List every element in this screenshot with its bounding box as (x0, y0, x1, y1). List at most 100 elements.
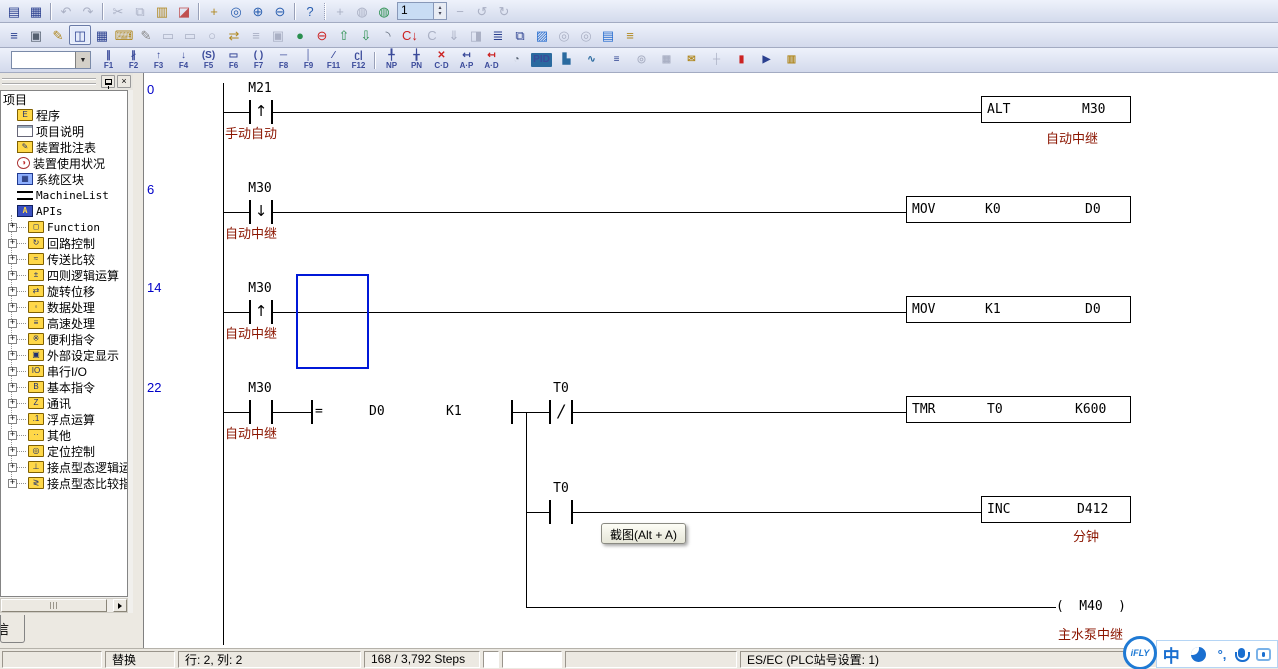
tree-child-item[interactable]: ▣外部设定显示 (1, 347, 127, 363)
output-coil-m40[interactable]: M40 (1056, 599, 1126, 617)
f1-contact-open-button[interactable]: ∥F1 (96, 48, 121, 72)
mail-button[interactable]: ✉ (679, 48, 704, 72)
timer-button[interactable]: ◔ (504, 48, 529, 72)
expand-plus-icon[interactable] (8, 287, 17, 296)
expand-plus-icon[interactable] (8, 303, 17, 312)
tree-child-item[interactable]: ⇄旋转位移 (1, 283, 127, 299)
tree-child-item[interactable]: Z通讯 (1, 395, 127, 411)
microphone-icon[interactable] (1238, 648, 1245, 658)
tree-child-item[interactable]: ◦数据处理 (1, 299, 127, 315)
pn-pulse-button[interactable]: ╁PN (404, 48, 429, 72)
tree-item[interactable]: E程序 (1, 107, 127, 123)
f7-output-button[interactable]: ( )F7 (246, 48, 271, 72)
expand-plus-icon[interactable] (8, 351, 17, 360)
expand-plus-icon[interactable] (8, 415, 17, 424)
docked-panel-tab[interactable]: 信 (0, 615, 25, 643)
sidebar-hscrollbar[interactable] (0, 598, 128, 613)
tree-child-item[interactable]: .1浮点运算 (1, 411, 127, 427)
tree-child-item[interactable]: □Function (1, 219, 127, 235)
stack-button[interactable]: ≡ (619, 25, 641, 45)
edit-mode-button[interactable]: ✎ (47, 25, 69, 45)
tree-child-item[interactable]: ◎定位控制 (1, 443, 127, 459)
help-button[interactable]: ? (299, 1, 321, 21)
instruction-table-button[interactable]: ▦ (91, 25, 113, 45)
upload-plc-button[interactable]: ⇧ (333, 25, 355, 45)
tree-child-item[interactable]: ↻回路控制 (1, 235, 127, 251)
spinner-arrows[interactable]: ▴▾ (433, 3, 446, 19)
expand-plus-icon[interactable] (8, 319, 17, 328)
f2-contact-closed-button[interactable]: ∦F2 (121, 48, 146, 72)
tree-item[interactable]: ▦系统区块 (1, 171, 127, 187)
compare-contact[interactable]: = D0 K1 (311, 400, 513, 424)
expand-plus-icon[interactable] (8, 479, 17, 488)
a-d-button[interactable]: ↤A·D (479, 48, 504, 72)
np-pulse-button[interactable]: ╀NP (379, 48, 404, 72)
expand-plus-icon[interactable] (8, 223, 17, 232)
pid-button[interactable]: PID (529, 48, 554, 72)
blocks-button[interactable]: ▙ (554, 48, 579, 72)
insert-button[interactable]: + (203, 1, 225, 21)
instruction-box-tmr[interactable]: TMR T0 K600 (906, 396, 1131, 423)
f11-slash-button[interactable]: ∕F11 (321, 48, 346, 72)
pin-button[interactable] (101, 75, 115, 88)
tree-item[interactable]: ◑装置使用状况 (1, 155, 127, 171)
cascade-windows-button[interactable]: ⧉ (509, 25, 531, 45)
expand-plus-icon[interactable] (8, 367, 17, 376)
step-edit-button[interactable]: ≡ (604, 48, 629, 72)
instruction-box-inc[interactable]: INC D412 (981, 496, 1131, 523)
code-download-button[interactable]: C↓ (399, 25, 421, 45)
close-sidebar-button[interactable]: × (117, 75, 131, 88)
print-button[interactable]: ▦ (25, 1, 47, 21)
expand-plus-icon[interactable] (8, 463, 17, 472)
zoom-in-button[interactable]: ⊕ (247, 1, 269, 21)
tree-child-item[interactable]: ※便利指令 (1, 331, 127, 347)
contact-closed-t0[interactable] (549, 400, 573, 424)
f9-vline-button[interactable]: │F9 (296, 48, 321, 72)
a-p-button[interactable]: ↤A·P (454, 48, 479, 72)
zoom-out-button[interactable]: ⊖ (269, 1, 291, 21)
soft-keyboard-icon[interactable] (1256, 648, 1271, 661)
combo-dropdown-arrow[interactable]: ▼ (75, 52, 90, 68)
tree-child-item[interactable]: ≈传送比较 (1, 251, 127, 267)
contact-rising-m30[interactable] (249, 300, 273, 324)
punctuation-toggle[interactable]: °, (1218, 647, 1227, 662)
instruction-box-mov[interactable]: MOV K0 D0 (906, 196, 1131, 223)
save-button[interactable]: ▤ (3, 1, 25, 21)
instruction-box-alt[interactable]: ALT M30 (981, 96, 1131, 123)
trace-wave-button[interactable]: ∿ (579, 48, 604, 72)
f4-falling-edge-button[interactable]: ↓F4 (171, 48, 196, 72)
expand-plus-icon[interactable] (8, 271, 17, 280)
tree-child-item[interactable]: B基本指令 (1, 379, 127, 395)
contact-open-t0[interactable] (549, 500, 573, 524)
tree-child-item[interactable]: ≡高速处理 (1, 315, 127, 331)
contact-open-m30[interactable] (249, 400, 273, 424)
sfc-view-button[interactable]: ◫ (69, 25, 91, 45)
columns-button[interactable]: ▥ (779, 48, 804, 72)
ladder-to-code-button[interactable]: ⇄ (223, 25, 245, 45)
image-button[interactable]: ▨ (531, 25, 553, 45)
ladder-symbol-combo[interactable]: ▼ (11, 51, 91, 69)
stop-button[interactable]: ⊖ (311, 25, 333, 45)
fullwidth-moon-icon[interactable] (1191, 647, 1206, 662)
page-spinner[interactable]: 1▴▾ (397, 2, 447, 20)
expand-plus-icon[interactable] (8, 447, 17, 456)
comm-setup-button[interactable]: ▣ (25, 25, 47, 45)
expand-plus-icon[interactable] (8, 255, 17, 264)
f12-invert-button[interactable]: ʗ|F12 (346, 48, 371, 72)
tree-root-item[interactable]: 项目 (1, 91, 127, 107)
tree-child-item[interactable]: IO串行I/O (1, 363, 127, 379)
tree-child-item[interactable]: ··其他 (1, 427, 127, 443)
download-plc-button[interactable]: ⇩ (355, 25, 377, 45)
f6-coil-button[interactable]: ▭F6 (221, 48, 246, 72)
sidebar-drag-handle[interactable] (2, 78, 96, 85)
ladder-view-button[interactable]: ≡ (3, 25, 25, 45)
erase-button[interactable]: ◪ (173, 1, 195, 21)
tree-item[interactable]: 项目说明 (1, 123, 127, 139)
expand-plus-icon[interactable] (8, 239, 17, 248)
c-d-button[interactable]: ✕C·D (429, 48, 454, 72)
comment-table-button[interactable]: ⌨ (113, 25, 135, 45)
tree-child-item[interactable]: ≷接点型态比较指令 (1, 475, 127, 491)
tree-child-item[interactable]: ⊥接点型态逻辑运算 (1, 459, 127, 475)
expand-plus-icon[interactable] (8, 399, 17, 408)
hscroll-right-arrow[interactable] (113, 599, 127, 612)
